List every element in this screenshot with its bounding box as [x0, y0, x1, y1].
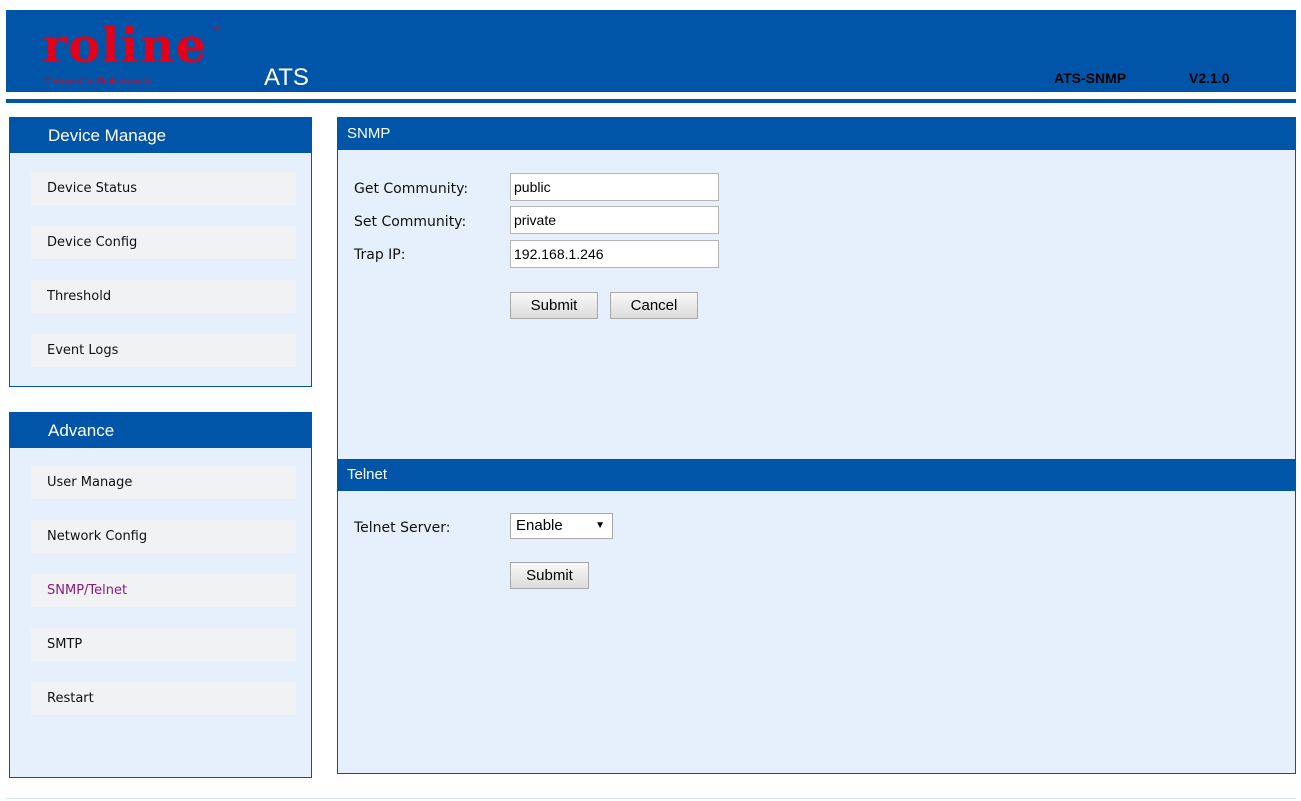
snmp-submit-button[interactable]: Submit: [510, 292, 598, 319]
roline-logo[interactable]: roline ® Designed for Professionals: [42, 18, 227, 90]
snmp-cancel-button[interactable]: Cancel: [610, 292, 698, 319]
set-community-label: Set Community:: [354, 214, 467, 230]
dropdown-arrow-icon: ▼: [595, 520, 605, 531]
sidebar-item-threshold[interactable]: Threshold: [31, 280, 296, 313]
logo-registered-mark: ®: [214, 26, 220, 33]
telnet-server-selected-value: Enable: [516, 517, 563, 534]
logo-wordmark: roline: [42, 18, 208, 74]
header-bar: roline ® Designed for Professionals ATS …: [6, 10, 1296, 92]
footer-divider: [6, 798, 1296, 799]
sidebar-item-snmp-telnet[interactable]: SNMP/Telnet: [31, 574, 296, 607]
get-community-label: Get Community:: [354, 181, 469, 197]
sidebar-item-smtp[interactable]: SMTP: [31, 628, 296, 661]
advance-heading: Advance: [10, 413, 311, 448]
firmware-version: V2.1.0: [1189, 70, 1230, 86]
sidebar-item-user-manage[interactable]: User Manage: [31, 466, 296, 499]
logo-tagline: Designed for Professionals: [44, 76, 152, 86]
set-community-input[interactable]: [510, 206, 719, 234]
device-manage-heading: Device Manage: [10, 118, 311, 153]
sidebar-item-restart[interactable]: Restart: [31, 682, 296, 715]
trap-ip-label: Trap IP:: [354, 247, 406, 263]
telnet-submit-button[interactable]: Submit: [510, 562, 589, 589]
trap-ip-input[interactable]: [510, 240, 719, 268]
main-content-panel: SNMP Get Community: Set Community: Trap …: [337, 117, 1296, 774]
advance-panel: Advance User Manage Network Config SNMP/…: [9, 412, 312, 778]
device-manage-panel: Device Manage Device Status Device Confi…: [9, 117, 312, 387]
telnet-server-select[interactable]: Enable ▼: [510, 513, 613, 539]
header-divider: [6, 99, 1296, 103]
get-community-input[interactable]: [510, 173, 719, 201]
sidebar-item-network-config[interactable]: Network Config: [31, 520, 296, 553]
telnet-section-heading: Telnet: [338, 459, 1295, 491]
snmp-section-heading: SNMP: [338, 118, 1295, 150]
page: roline ® Designed for Professionals ATS …: [0, 0, 1301, 801]
sidebar-item-event-logs[interactable]: Event Logs: [31, 334, 296, 367]
product-name: ATS-SNMP: [1054, 70, 1127, 86]
app-title: ATS: [264, 64, 309, 91]
telnet-server-label: Telnet Server:: [354, 520, 451, 536]
sidebar-item-device-config[interactable]: Device Config: [31, 226, 296, 259]
sidebar-item-device-status[interactable]: Device Status: [31, 172, 296, 205]
